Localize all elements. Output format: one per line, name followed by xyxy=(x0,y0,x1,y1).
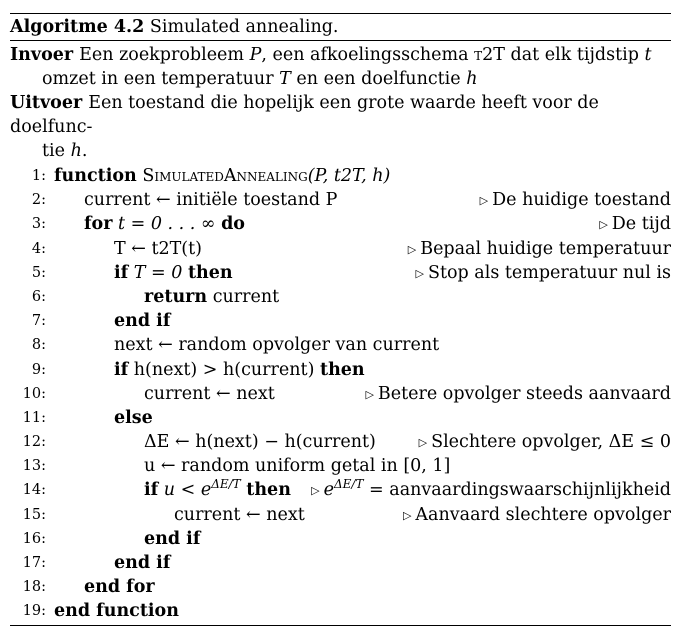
pseudocode-lines: 1: function SimulatedAnnealing(P, t2T, h… xyxy=(10,164,671,624)
code-line-17: 17: end if xyxy=(22,553,171,573)
code-line-5: 5: if T = 0 then ▷ Stop als temperatuur n… xyxy=(31,262,671,283)
caption-rule xyxy=(10,40,671,41)
caption-title: Simulated annealing. xyxy=(149,17,339,37)
input-key: Invoer xyxy=(10,45,74,65)
code-line-10: 10: current ← next ▷ Betere opvolger stee… xyxy=(22,383,671,404)
code-line-12: 12: ΔE ← h(next) − h(current) ▷ Slechtere… xyxy=(22,432,671,453)
code-line-1: 1: function SimulatedAnnealing(P, t2T, h… xyxy=(31,166,391,186)
code-line-8: 8: next ← random opvolger van current xyxy=(31,335,440,356)
code-line-4: 4: T ← t2T(t) ▷ Bepaal huidige temperatuu… xyxy=(31,238,671,259)
algorithm-caption: Algoritme 4.2 Simulated annealing. xyxy=(10,14,671,40)
code-line-2: 2: current ← initiële toestand P ▷ De hui… xyxy=(31,190,671,211)
code-line-13: 13: u ← random uniform getal in [0, 1] xyxy=(22,456,451,477)
code-line-19: 19: end function xyxy=(22,601,179,622)
code-line-6: 6: return current xyxy=(31,286,280,307)
code-line-14: 14: if u < eΔE/T then ▷ eΔE/T = aanvaardi… xyxy=(22,477,671,501)
output-section: Uitvoer Een toestand die hopelijk een gro… xyxy=(10,93,599,161)
code-line-11: 11: else xyxy=(22,407,153,428)
code-line-9: 9: if h(next) > h(current) then xyxy=(31,359,365,380)
caption-label: Algoritme 4.2 xyxy=(10,17,145,37)
output-key: Uitvoer xyxy=(10,93,83,113)
code-line-7: 7: end if xyxy=(31,311,171,332)
code-line-16: 16: end if xyxy=(22,528,201,549)
bottom-rule xyxy=(10,624,671,626)
input-section: Invoer Een zoekprobleem P, een afkoelings… xyxy=(10,45,652,89)
code-line-3: 3: for t = 0 . . . ∞ do ▷ De tijd xyxy=(31,214,671,235)
algorithm-box: Algoritme 4.2 Simulated annealing. Invoe… xyxy=(10,13,671,626)
code-line-15: 15: current ← next ▷ Aanvaard slechtere o… xyxy=(22,504,671,525)
code-line-18: 18: end for xyxy=(22,577,155,598)
